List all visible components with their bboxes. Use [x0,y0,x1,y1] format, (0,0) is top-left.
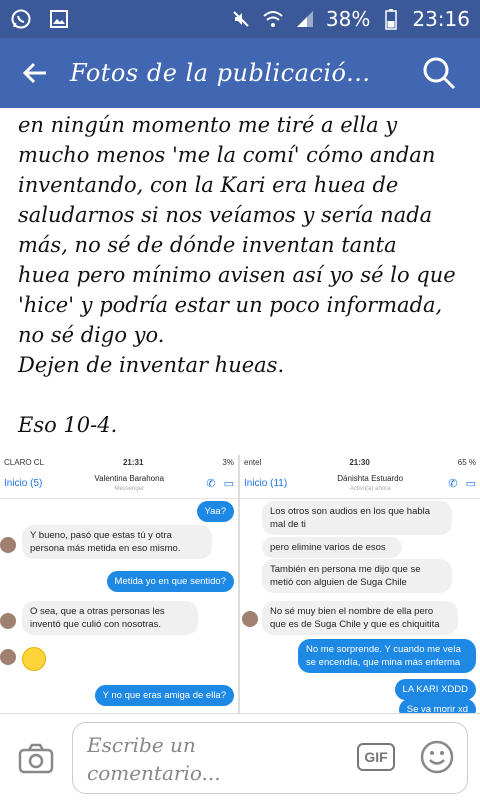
chat-bubble-in: También en persona me dijo que se metió … [262,559,452,593]
video-icon: ▭ [223,478,234,490]
page-title: Fotos de la publicació... [70,59,371,87]
comment-composer: Escribe un comentario... GIF [0,713,480,800]
chat-bubble-in: Los otros son audios en los que habla ma… [262,501,452,535]
arrow-left-icon [22,62,46,84]
right-chat-back: Inicio (11) [244,478,288,489]
left-chat-contact-name: Valentina Barahona [94,473,165,483]
app-bar: Fotos de la publicació... [0,38,480,108]
post-line: mucho menos 'me la comí' cómo andan [18,143,436,167]
chat-screenshots: CLARO CL 21:31 3% Inicio (5) Valentina B… [0,455,480,713]
search-icon [423,57,456,90]
right-chat-contact: Dánishta Estuardo Activo(a) ahora [292,474,448,494]
left-chat-screenshot: CLARO CL 21:31 3% Inicio (5) Valentina B… [0,455,240,713]
photo-content: en ningún momento me tiré a ella y mucho… [0,108,480,713]
smiley-emoji-icon [22,647,46,671]
camera-icon [18,743,54,774]
avatar [0,613,16,629]
search-button[interactable] [418,52,460,94]
battery-percent: 38% [325,7,371,31]
gif-button[interactable]: GIF [357,743,395,771]
post-line [18,380,468,410]
chat-bubble-out: Metida yo en que sentido? [106,571,234,592]
right-chat-screenshot: entel 21:30 65 % Inicio (11) Dánishta Es… [240,455,480,713]
right-chat-carrier: entel [244,457,262,467]
chat-bubble-out: Yaa? [196,501,234,522]
phone-icon: ✆ [206,478,216,490]
left-chat-header: Inicio (5) Valentina Barahona Messenger … [0,469,238,499]
right-chat-actions: ✆ ▭ [448,477,476,490]
right-chat-time: 21:30 [349,457,370,467]
left-chat-status: CLARO CL 21:31 3% [0,455,238,469]
wifi-icon [262,8,284,30]
right-chat-header: Inicio (11) Dánishta Estuardo Activo(a) … [240,469,480,499]
chat-bubble-in: pero elimine varios de esos [262,537,402,558]
chat-bubble-out: LA KARI XDDD [394,679,476,700]
post-line: inventando, con la Kari era huea de [18,173,399,197]
comment-input[interactable]: Escribe un comentario... GIF [72,722,468,794]
back-button[interactable] [0,38,70,108]
chat-bubble-out: No me sorprende. Y cuando me veía se enc… [298,639,476,673]
left-chat-carrier: CLARO CL [4,457,45,467]
avatar [242,611,258,627]
comment-placeholder: Escribe un comentario... [87,733,221,785]
status-bar: 38% 23:16 [0,0,480,38]
battery-icon [380,8,402,30]
chat-bubble-in: O sea, que a otras personas les inventó … [22,601,198,635]
post-line: Dejen de inventar hueas. [18,353,285,377]
camera-button[interactable] [16,738,56,778]
left-chat-battery: 3% [222,457,234,467]
left-chat-contact: Valentina Barahona Messenger [52,474,206,494]
post-line: no sé digo yo. [18,323,165,347]
whatsapp-icon [10,8,32,30]
right-chat-contact-name: Dánishta Estuardo [337,473,404,483]
right-chat-contact-sub: Activo(a) ahora [349,485,391,492]
post-line: en ningún momento me tiré a ella y [18,113,398,137]
avatar [0,537,16,553]
chat-bubble-out: Se va morir xd [398,699,476,713]
post-line: huea pero mínimo avisen así yo sé lo que [18,263,456,287]
video-icon: ▭ [465,478,476,490]
avatar [0,649,16,665]
chat-bubble-in: No sé muy bien el nombre de ella pero qu… [262,601,458,635]
gallery-icon [48,8,70,30]
signal-icon [294,8,316,30]
chat-bubble-out: Y no que eras amiga de ella? [94,685,234,706]
clock: 23:16 [412,7,470,31]
post-line: Eso 10-4. [18,413,118,437]
left-chat-back: Inicio (5) [4,478,43,489]
post-line: 'hice' y podría estar un poco informada, [18,293,443,317]
post-line: más, no sé de dónde inventan tanta [18,233,397,257]
chat-bubble-in: Y bueno, pasó que estas tú y otra person… [22,525,212,559]
phone-icon: ✆ [448,478,458,490]
right-chat-battery: 65 % [457,457,476,467]
left-chat-time: 21:31 [122,457,144,467]
right-chat-status: entel 21:30 65 % [240,455,480,469]
smiley-icon[interactable] [419,739,455,775]
post-line: saludarnos si nos veíamos y sería nada [18,203,433,227]
mute-icon [230,8,252,30]
left-chat-actions: ✆ ▭ [206,477,234,490]
left-chat-contact-sub: Messenger [114,485,145,492]
post-text: en ningún momento me tiré a ella y mucho… [18,110,468,440]
